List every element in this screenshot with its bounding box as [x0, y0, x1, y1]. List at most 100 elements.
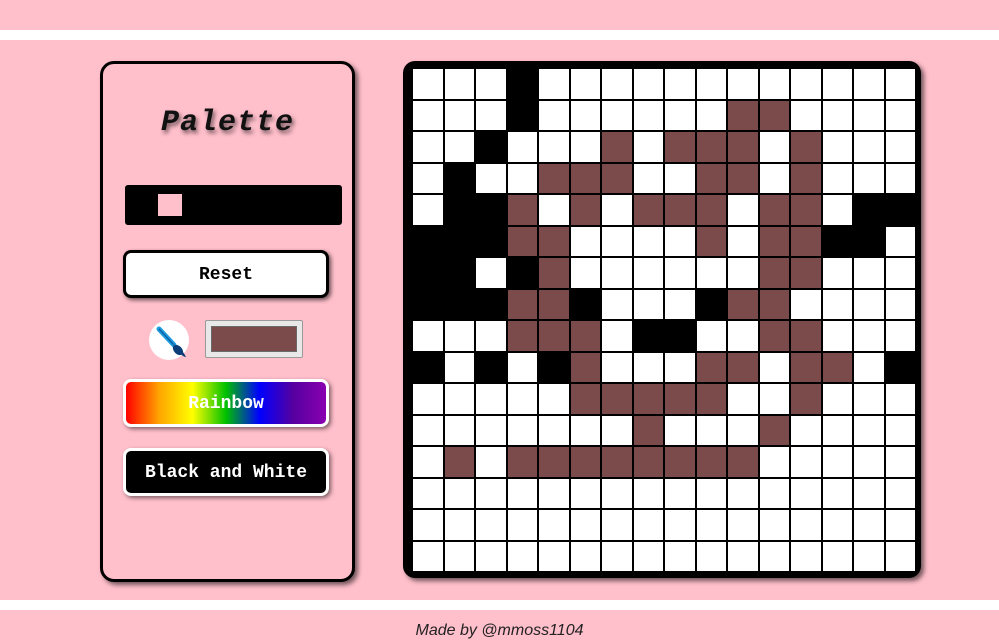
- grid-cell[interactable]: [728, 163, 758, 193]
- grid-cell[interactable]: [696, 289, 726, 319]
- grid-cell[interactable]: [728, 258, 758, 288]
- grid-cell[interactable]: [854, 541, 884, 571]
- grid-cell[interactable]: [791, 447, 821, 477]
- grid-cell[interactable]: [476, 415, 506, 445]
- grid-cell[interactable]: [476, 163, 506, 193]
- grid-cell[interactable]: [539, 258, 569, 288]
- grid-cell[interactable]: [728, 415, 758, 445]
- grid-cell[interactable]: [633, 100, 663, 130]
- paintbrush-icon[interactable]: [149, 320, 189, 360]
- grid-cell[interactable]: [633, 195, 663, 225]
- grid-cell[interactable]: [665, 321, 695, 351]
- grid-cell[interactable]: [444, 100, 474, 130]
- grid-cell[interactable]: [507, 163, 537, 193]
- grid-cell[interactable]: [413, 132, 443, 162]
- grid-cell[interactable]: [665, 478, 695, 508]
- grid-cell[interactable]: [476, 195, 506, 225]
- grid-cell[interactable]: [854, 258, 884, 288]
- grid-cell[interactable]: [728, 352, 758, 382]
- grid-cell[interactable]: [413, 384, 443, 414]
- grid-cell[interactable]: [602, 132, 632, 162]
- grid-cell[interactable]: [759, 289, 789, 319]
- grid-cell[interactable]: [665, 132, 695, 162]
- grid-cell[interactable]: [728, 321, 758, 351]
- grid-cell[interactable]: [507, 69, 537, 99]
- grid-cell[interactable]: [570, 163, 600, 193]
- grid-cell[interactable]: [602, 100, 632, 130]
- grid-cell[interactable]: [728, 541, 758, 571]
- grid-cell[interactable]: [885, 447, 915, 477]
- grid-cell[interactable]: [507, 447, 537, 477]
- grid-cell[interactable]: [822, 226, 852, 256]
- grid-cell[interactable]: [696, 132, 726, 162]
- grid-cell[interactable]: [885, 163, 915, 193]
- grid-cell[interactable]: [570, 510, 600, 540]
- grid-cell[interactable]: [476, 321, 506, 351]
- grid-cell[interactable]: [507, 100, 537, 130]
- grid-cell[interactable]: [759, 163, 789, 193]
- grid-cell[interactable]: [507, 132, 537, 162]
- grid-cell[interactable]: [507, 510, 537, 540]
- grid-cell[interactable]: [696, 447, 726, 477]
- grid-cell[interactable]: [444, 510, 474, 540]
- grid-cell[interactable]: [665, 415, 695, 445]
- grid-cell[interactable]: [665, 352, 695, 382]
- grid-cell[interactable]: [885, 226, 915, 256]
- grid-cell[interactable]: [633, 132, 663, 162]
- grid-cell[interactable]: [791, 321, 821, 351]
- grid-cell[interactable]: [885, 69, 915, 99]
- grid-cell[interactable]: [665, 384, 695, 414]
- grid-cell[interactable]: [665, 69, 695, 99]
- grid-cell[interactable]: [507, 352, 537, 382]
- grid-cell[interactable]: [885, 415, 915, 445]
- grid-cell[interactable]: [854, 226, 884, 256]
- grid-cell[interactable]: [759, 132, 789, 162]
- grid-cell[interactable]: [822, 447, 852, 477]
- grid-cell[interactable]: [507, 415, 537, 445]
- grid-cell[interactable]: [728, 100, 758, 130]
- grid-cell[interactable]: [665, 447, 695, 477]
- grid-cell[interactable]: [476, 352, 506, 382]
- grid-cell[interactable]: [791, 69, 821, 99]
- grid-cell[interactable]: [413, 541, 443, 571]
- grid-cell[interactable]: [759, 100, 789, 130]
- grid-cell[interactable]: [759, 195, 789, 225]
- grid-cell[interactable]: [759, 447, 789, 477]
- grid-cell[interactable]: [539, 100, 569, 130]
- grid-cell[interactable]: [633, 478, 663, 508]
- grid-cell[interactable]: [476, 541, 506, 571]
- grid-cell[interactable]: [602, 69, 632, 99]
- grid-cell[interactable]: [633, 289, 663, 319]
- grid-cell[interactable]: [759, 258, 789, 288]
- grid-cell[interactable]: [854, 195, 884, 225]
- grid-cell[interactable]: [696, 352, 726, 382]
- grid-cell[interactable]: [602, 163, 632, 193]
- grid-cell[interactable]: [476, 132, 506, 162]
- grid-cell[interactable]: [791, 258, 821, 288]
- grid-cell[interactable]: [759, 69, 789, 99]
- grid-cell[interactable]: [791, 195, 821, 225]
- grid-cell[interactable]: [633, 163, 663, 193]
- grid-cell[interactable]: [633, 384, 663, 414]
- grid-cell[interactable]: [444, 226, 474, 256]
- grid-cell[interactable]: [696, 384, 726, 414]
- grid-cell[interactable]: [822, 415, 852, 445]
- grid-cell[interactable]: [728, 447, 758, 477]
- grid-cell[interactable]: [539, 478, 569, 508]
- grid-cell[interactable]: [507, 321, 537, 351]
- grid-cell[interactable]: [413, 69, 443, 99]
- grid-cell[interactable]: [633, 447, 663, 477]
- grid-cell[interactable]: [602, 478, 632, 508]
- grid-cell[interactable]: [854, 415, 884, 445]
- grid-cell[interactable]: [413, 100, 443, 130]
- grid-cell[interactable]: [413, 478, 443, 508]
- grid-cell[interactable]: [791, 100, 821, 130]
- grid-cell[interactable]: [413, 415, 443, 445]
- grid-cell[interactable]: [665, 163, 695, 193]
- grid-cell[interactable]: [413, 226, 443, 256]
- grid-cell[interactable]: [633, 541, 663, 571]
- grid-cell[interactable]: [476, 69, 506, 99]
- grid-cell[interactable]: [696, 258, 726, 288]
- grid-cell[interactable]: [570, 541, 600, 571]
- grid-cell[interactable]: [444, 195, 474, 225]
